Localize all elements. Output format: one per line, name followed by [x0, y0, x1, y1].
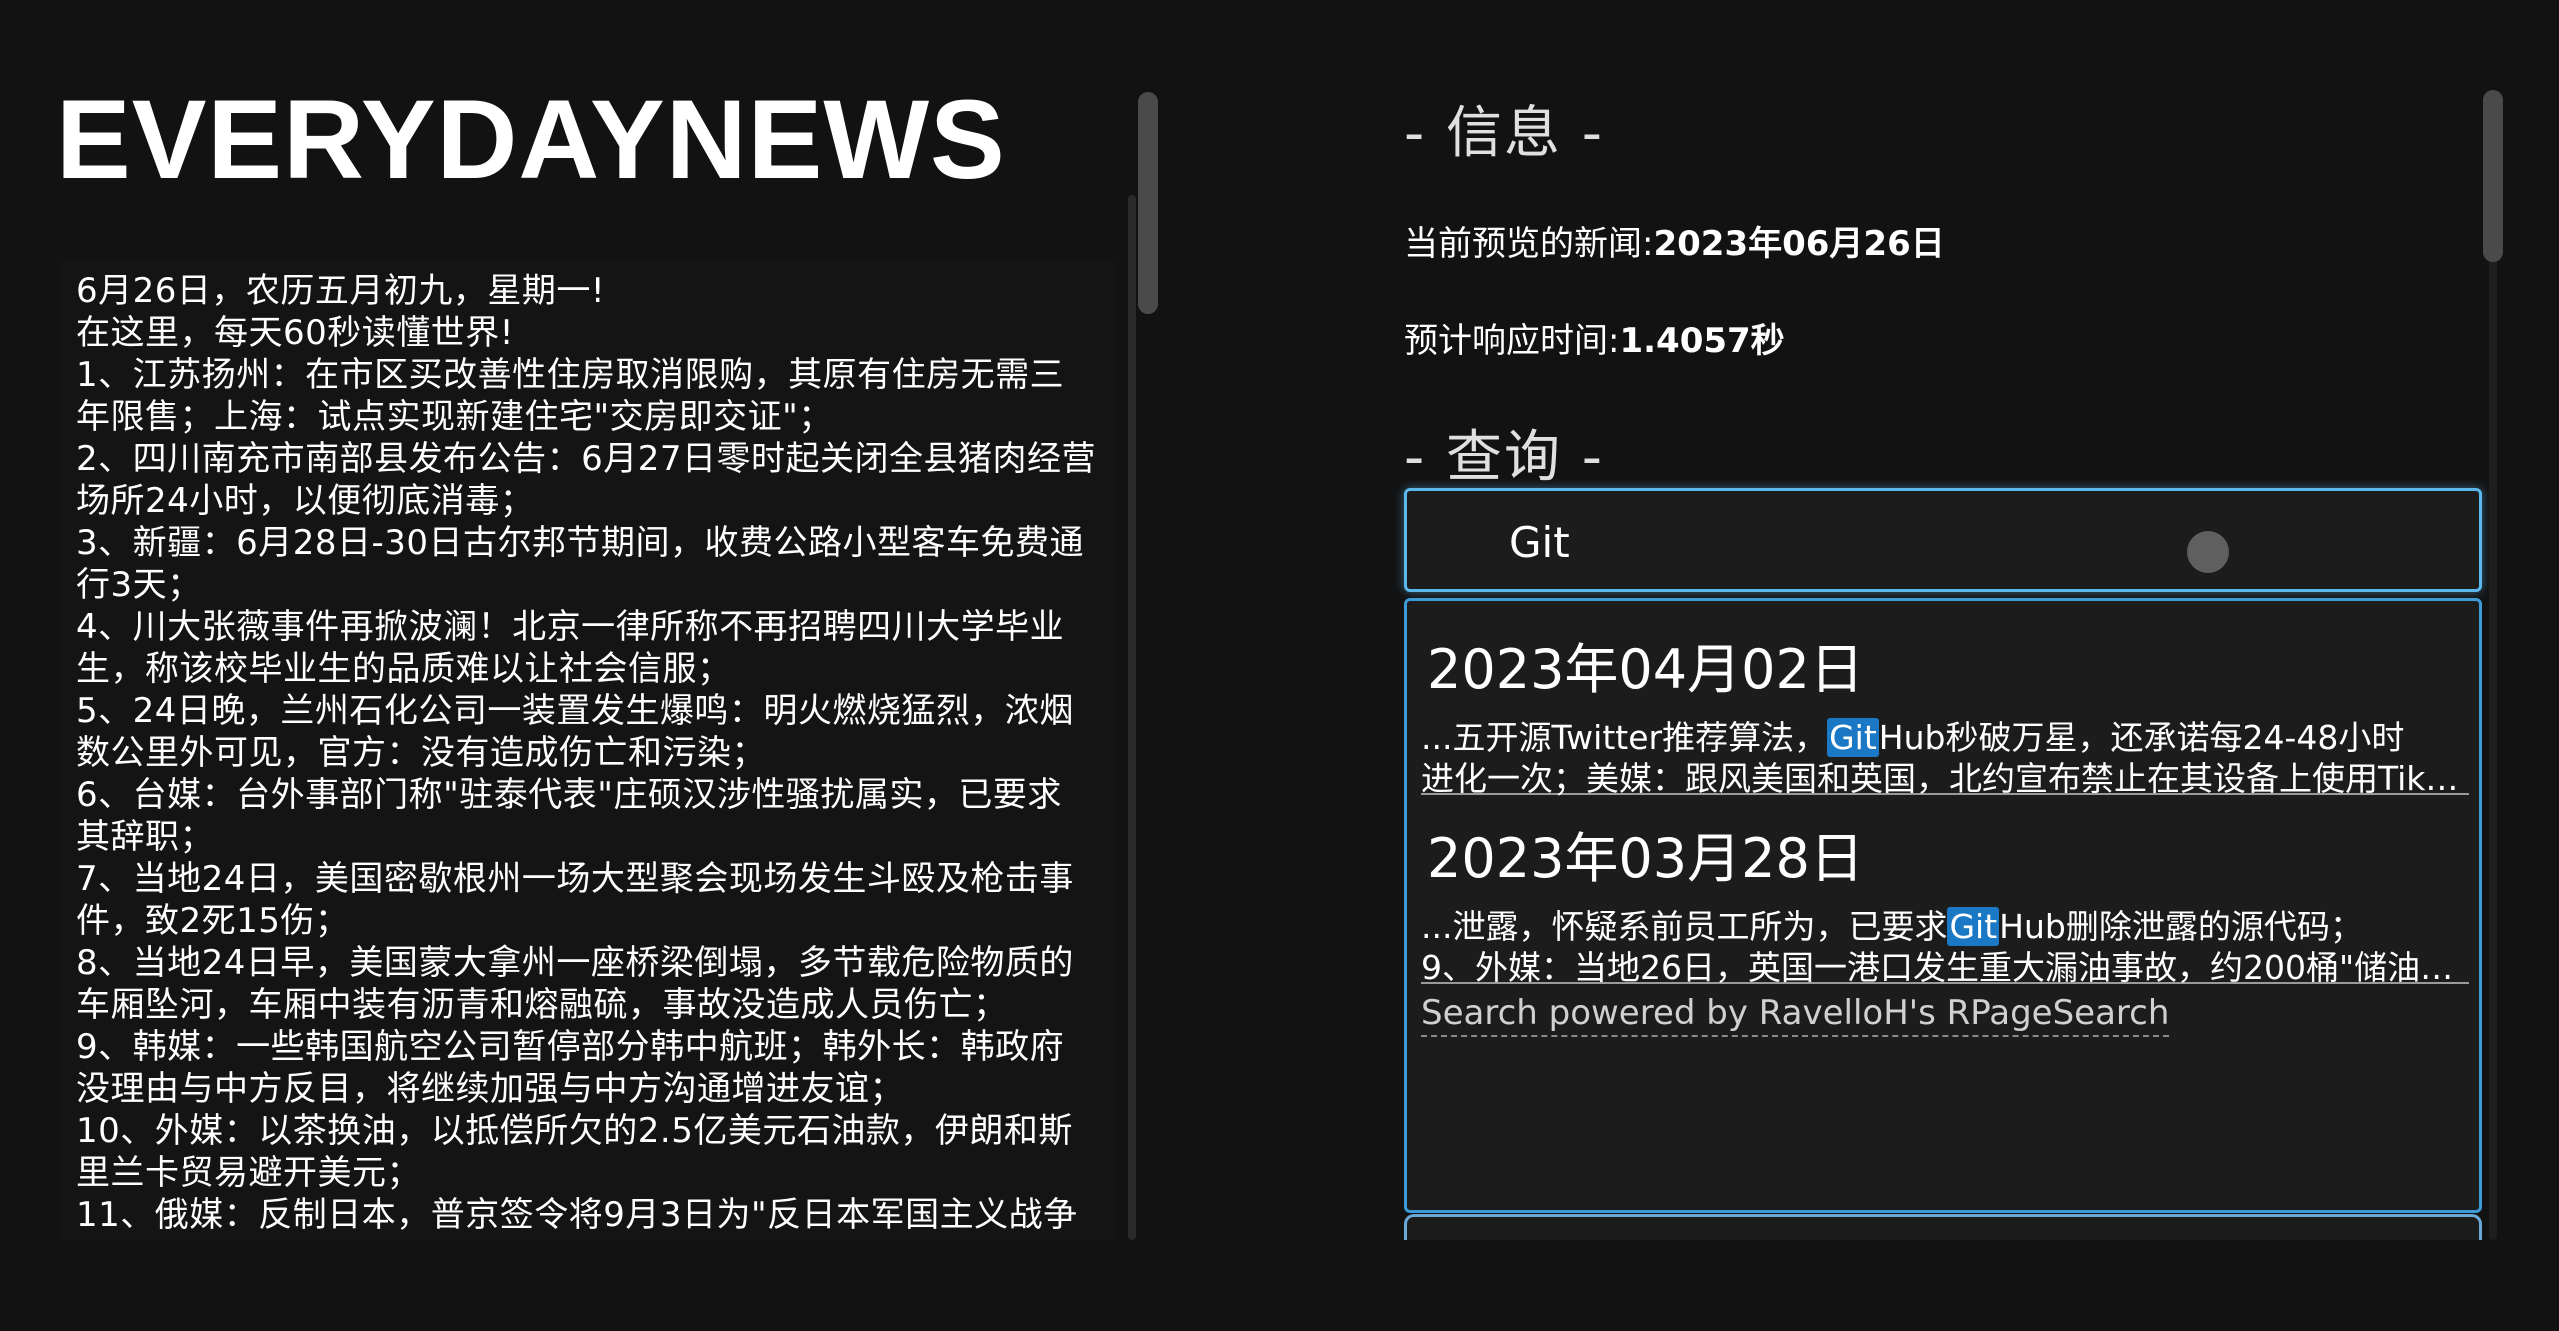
news-line: 没理由与中方反目，将继续加强与中方沟通增进友谊； — [76, 1069, 904, 1109]
news-line: 行3天； — [76, 565, 202, 605]
snippet-text: Hub删除泄露的源代码； — [1999, 907, 2363, 946]
news-line: 7、当地24日，美国密歇根州一场大型聚会现场发生斗殴及枪击事 — [76, 859, 1074, 899]
result-snippet: ...五开源Twitter推荐算法，GitHub秒破万星，还承诺每24-48小时… — [1421, 717, 2469, 799]
app-window: EVERYDAYNEWS 6月26日，农历五月初九，星期一! 在这里，每天60秒读… — [0, 0, 2559, 1331]
news-line: 8、当地24日早，美国蒙大拿州一座桥梁倒塌，多节载危险物质的 — [76, 943, 1074, 983]
response-time-value: 1.4057秒 — [1619, 321, 1785, 361]
app-title: EVERYDAYNEWS — [56, 77, 1006, 202]
snippet-text: ...五开源Twitter推荐算法， — [1421, 718, 1828, 757]
news-line: 5、24日晚，兰州石化公司一装置发生爆鸣：明火燃烧猛烈，浓烟 — [76, 691, 1074, 731]
news-panel: EVERYDAYNEWS 6月26日，农历五月初九，星期一! 在这里，每天60秒读… — [0, 0, 1160, 1240]
news-line: 场所24小时，以便彻底消毒； — [76, 481, 535, 521]
preview-date-value: 2023年06月26日 — [1653, 224, 1945, 264]
result-date[interactable]: 2023年03月28日 — [1427, 814, 1864, 893]
sidebar-scrollbar-track[interactable] — [2489, 92, 2497, 1240]
news-line: 年限售；上海：试点实现新建住宅"交房即交证"； — [76, 397, 833, 437]
response-time-row: 预计响应时间:1.4057秒 — [1404, 313, 1785, 362]
result-date[interactable]: 2023年04月02日 — [1427, 625, 1864, 704]
query-heading: - 查询 - — [1404, 425, 1605, 490]
snippet-text: ...泄露，怀疑系前员工所为，已要求 — [1421, 907, 1948, 946]
news-line: 3、新疆：6月28日-30日古尔邦节期间，收费公路小型客车免费通 — [76, 523, 1085, 563]
news-line: 车厢坠河，车厢中装有沥青和熔融硫，事故没造成人员伤亡； — [76, 985, 1008, 1025]
news-line: 6、台媒：台外事部门称"驻泰代表"庄硕汉涉性骚扰属实，已要求 — [76, 775, 1062, 815]
news-line: 数公里外可见，官方：没有造成伤亡和污染； — [76, 733, 766, 773]
news-content-box[interactable]: 6月26日，农历五月初九，星期一! 在这里，每天60秒读懂世界! 1、江苏扬州：在市… — [58, 258, 1118, 1240]
news-line: 生，称该校毕业生的品质难以让社会信服； — [76, 649, 732, 689]
response-time-label: 预计响应时间: — [1404, 321, 1620, 361]
cursor-dot-icon — [2187, 531, 2229, 573]
snippet-text: Hub秒破万星，还承诺每24-48小时 — [1878, 718, 2405, 757]
search-highlight: Git — [1827, 718, 1879, 757]
search-box[interactable] — [1404, 488, 2482, 592]
preview-date-row: 当前预览的新闻:2023年06月26日 — [1404, 216, 1945, 265]
powered-by-link[interactable]: Search powered by RavelloH's RPageSearch — [1421, 993, 2170, 1037]
info-heading: - 信息 - — [1404, 101, 1605, 166]
news-line: 10、外媒：以茶换油，以抵偿所欠的2.5亿美元石油款，伊朗和斯 — [76, 1111, 1073, 1151]
search-result-item[interactable]: 2023年03月28日 ...泄露，怀疑系前员工所为，已要求GitHub删除泄露… — [1421, 804, 2469, 987]
sidebar-scrollbar-thumb[interactable] — [2483, 90, 2503, 262]
news-line: 11、俄媒：反制日本，普京签令将9月3日为"反日本军国主义战争 — [76, 1195, 1078, 1235]
news-line: 里兰卡贸易避开美元； — [76, 1153, 421, 1193]
news-line: 件，致2死15伤； — [76, 901, 350, 941]
news-line: 其辞职； — [76, 817, 214, 857]
search-result-item[interactable]: 2023年04月02日 ...五开源Twitter推荐算法，GitHub秒破万星… — [1421, 615, 2469, 798]
news-line: 2、四川南充市南部县发布公告：6月27日零时起关闭全县猪肉经营 — [76, 439, 1097, 479]
news-line: 6月26日，农历五月初九，星期一! — [76, 271, 606, 311]
news-line: 4、川大张薇事件再掀波澜！北京一律所称不再招聘四川大学毕业 — [76, 607, 1065, 647]
search-highlight: Git — [1947, 907, 2000, 946]
preview-date-label: 当前预览的新闻: — [1404, 224, 1654, 264]
news-scrollbar-thumb[interactable] — [1138, 92, 1158, 314]
news-line: 9、韩媒：一些韩国航空公司暂停部分韩中航班；韩外长：韩政府 — [76, 1027, 1065, 1067]
news-line: 1、江苏扬州：在市区买改善性住房取消限购，其原有住房无需三 — [76, 355, 1065, 395]
news-line: 在这里，每天60秒读懂世界! — [76, 313, 514, 353]
bottom-band — [0, 1240, 2559, 1331]
search-results-box[interactable]: 2023年04月02日 ...五开源Twitter推荐算法，GitHub秒破万星… — [1404, 598, 2482, 1213]
result-snippet-line: 9、外媒：当地26日，英国一港口发生重大漏油事故，约200桶"储油罐"泄漏 — [1421, 948, 2469, 987]
result-snippet-line: ...泄露，怀疑系前员工所为，已要求GitHub删除泄露的源代码； — [1421, 906, 2469, 947]
sidebar-panel: - 信息 - 当前预览的新闻:2023年06月26日 预计响应时间:1.4057… — [1380, 0, 2559, 1254]
news-scrollbar-track[interactable] — [1128, 195, 1136, 1240]
result-snippet-line: 进化一次；美媒：跟风美国和英国，北约宣布禁止在其设备上使用TikTok — [1421, 759, 2469, 798]
result-snippet: ...泄露，怀疑系前员工所为，已要求GitHub删除泄露的源代码； 9、外媒：当… — [1421, 906, 2469, 988]
news-text: 6月26日，农历五月初九，星期一! 在这里，每天60秒读懂世界! 1、江苏扬州：在市… — [76, 270, 1118, 1236]
result-snippet-line: ...五开源Twitter推荐算法，GitHub秒破万星，还承诺每24-48小时 — [1421, 717, 2469, 758]
search-input[interactable] — [1507, 511, 2371, 573]
